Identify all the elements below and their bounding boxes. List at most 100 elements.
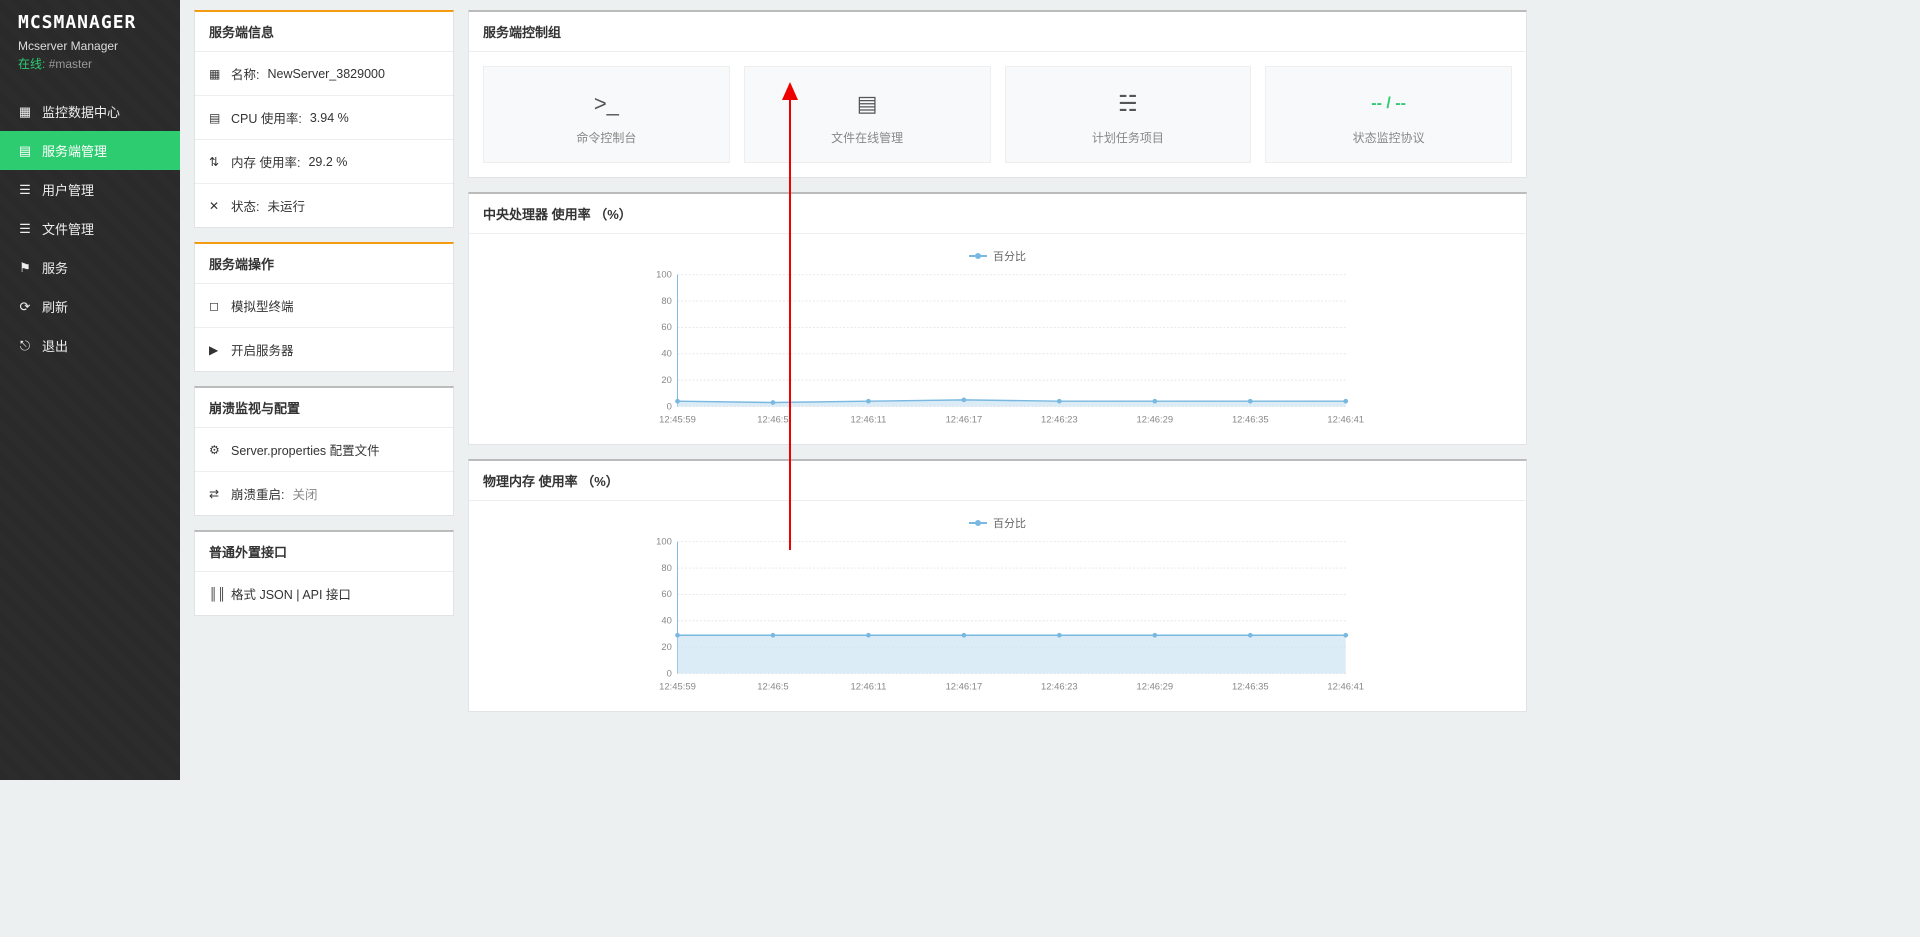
nav: ▦ 监控数据中心 ▤ 服务端管理 ☰用户管理 ☰ 文件管理 ⚑ 服务 ⟳刷新 ⎋ 退出 — [0, 92, 180, 365]
svg-text:12:46:17: 12:46:17 — [946, 413, 983, 424]
svg-text:12:46:11: 12:46:11 — [850, 680, 886, 691]
list-icon: ▤ — [753, 89, 982, 119]
nav-files[interactable]: ☰ 文件管理 — [0, 209, 180, 248]
terminal-button[interactable]: ◻ 模拟型终端 — [195, 284, 453, 328]
nav-label: 文件管理 — [42, 219, 94, 238]
nav-services[interactable]: ⚑ 服务 — [0, 248, 180, 287]
control-panel-title: 服务端控制组 — [469, 12, 1526, 52]
crash-restart-button[interactable]: ⇄ 崩溃重启: 关闭 — [195, 472, 453, 515]
info-cpu-label: CPU 使用率: — [231, 108, 302, 127]
legend-label: 百分比 — [993, 515, 1026, 531]
svg-text:12:46:11: 12:46:11 — [850, 413, 886, 424]
monitor-value: -- / -- — [1274, 89, 1503, 119]
tile-label: 计划任务项目 — [1014, 129, 1243, 146]
info-name-row: ▦ 名称: NewServer_3829000 — [195, 52, 453, 96]
svg-text:12:45:59: 12:45:59 — [659, 413, 696, 424]
nav-label: 用户管理 — [42, 180, 94, 199]
nav-exit[interactable]: ⎋ 退出 — [0, 326, 180, 365]
chart-legend: 百分比 — [483, 509, 1512, 537]
server-properties-button[interactable]: ⚙ Server.properties 配置文件 — [195, 428, 453, 472]
svg-text:40: 40 — [661, 615, 671, 626]
terminal-icon: ◻ — [209, 299, 223, 313]
info-state-row: ✕ 状态: 未运行 — [195, 184, 453, 227]
sidebar: MCSMANAGER Mcserver Manager 在线: #master … — [0, 0, 180, 780]
svg-text:100: 100 — [656, 537, 672, 547]
restart-value: 关闭 — [292, 484, 317, 503]
svg-text:60: 60 — [661, 588, 671, 599]
cpu-icon: ▤ — [209, 111, 223, 125]
nav-users[interactable]: ☰用户管理 — [0, 170, 180, 209]
close-icon: ✕ — [209, 199, 223, 213]
info-panel-title: 服务端信息 — [195, 12, 453, 52]
terminal-label: 模拟型终端 — [231, 296, 294, 315]
svg-text:12:46:5: 12:46:5 — [757, 680, 788, 691]
info-name-label: 名称: — [231, 64, 259, 83]
restart-label: 崩溃重启: — [231, 484, 284, 503]
nav-server[interactable]: ▤ 服务端管理 — [0, 131, 180, 170]
svg-text:60: 60 — [661, 321, 671, 332]
files-icon: ☰ — [18, 222, 32, 236]
json-api-button[interactable]: ║║ 格式 JSON | API 接口 — [195, 572, 453, 615]
main-content: 服务端信息 ▦ 名称: NewServer_3829000 ▤ CPU 使用率:… — [180, 0, 1541, 780]
ops-panel-title: 服务端操作 — [195, 244, 453, 284]
svg-text:100: 100 — [656, 270, 672, 280]
svg-text:80: 80 — [661, 295, 671, 306]
tile-label: 文件在线管理 — [753, 129, 982, 146]
cpu-chart-title: 中央处理器 使用率 （%） — [469, 194, 1526, 234]
flag-icon: ⚑ — [18, 261, 32, 275]
cpu-chart: 02040608010012:45:5912:46:512:46:1112:46… — [483, 270, 1512, 430]
svg-text:12:46:41: 12:46:41 — [1327, 413, 1364, 424]
api-panel: 普通外置接口 ║║ 格式 JSON | API 接口 — [194, 530, 454, 616]
cpu-chart-panel: 中央处理器 使用率 （%） 百分比 02040608010012:45:5912… — [468, 192, 1527, 445]
info-state-label: 状态: — [231, 196, 259, 215]
svg-text:12:46:17: 12:46:17 — [946, 680, 983, 691]
json-api-label: 格式 JSON | API 接口 — [231, 584, 351, 603]
info-state-value: 未运行 — [267, 196, 305, 215]
server-icon: ▤ — [18, 144, 32, 158]
tile-console[interactable]: >_ 命令控制台 — [483, 66, 730, 163]
svg-text:40: 40 — [661, 348, 671, 359]
mem-chart-panel: 物理内存 使用率 （%） 百分比 02040608010012:45:5912:… — [468, 459, 1527, 712]
svg-text:12:46:23: 12:46:23 — [1041, 413, 1078, 424]
svg-text:12:46:23: 12:46:23 — [1041, 680, 1078, 691]
props-label: Server.properties 配置文件 — [231, 440, 380, 459]
nav-label: 监控数据中心 — [42, 102, 120, 121]
dashboard-icon: ▦ — [18, 105, 32, 119]
nav-label: 刷新 — [42, 297, 68, 316]
nav-label: 退出 — [42, 336, 68, 355]
tasks-icon: ☵ — [1014, 89, 1243, 119]
legend-label: 百分比 — [993, 248, 1026, 264]
tile-label: 状态监控协议 — [1274, 129, 1503, 146]
mem-chart: 02040608010012:45:5912:46:512:46:1112:46… — [483, 537, 1512, 697]
svg-text:12:46:29: 12:46:29 — [1136, 413, 1173, 424]
mem-chart-title: 物理内存 使用率 （%） — [469, 461, 1526, 501]
svg-text:0: 0 — [667, 667, 672, 678]
tile-status-monitor[interactable]: -- / -- 状态监控协议 — [1265, 66, 1512, 163]
barcode-icon: ║║ — [209, 587, 223, 601]
svg-text:12:46:41: 12:46:41 — [1327, 680, 1364, 691]
svg-text:12:46:35: 12:46:35 — [1232, 413, 1269, 424]
nav-monitor[interactable]: ▦ 监控数据中心 — [0, 92, 180, 131]
info-name-value: NewServer_3829000 — [267, 67, 384, 81]
nav-label: 服务端管理 — [42, 141, 107, 160]
status-line: 在线: #master — [0, 55, 180, 84]
tile-scheduled-tasks[interactable]: ☵ 计划任务项目 — [1005, 66, 1252, 163]
tile-label: 命令控制台 — [492, 129, 721, 146]
svg-text:12:45:59: 12:45:59 — [659, 680, 696, 691]
nav-refresh[interactable]: ⟳刷新 — [0, 287, 180, 326]
exit-icon: ⎋ — [18, 339, 32, 353]
start-label: 开启服务器 — [231, 340, 294, 359]
tile-file-manager[interactable]: ▤ 文件在线管理 — [744, 66, 991, 163]
control-panel: 服务端控制组 >_ 命令控制台 ▤ 文件在线管理 ☵ 计划任务项目 — [468, 10, 1527, 178]
svg-text:12:46:29: 12:46:29 — [1136, 680, 1173, 691]
retweet-icon: ⇄ — [209, 487, 223, 501]
console-icon: >_ — [492, 89, 721, 119]
start-server-button[interactable]: ▶ 开启服务器 — [195, 328, 453, 371]
svg-text:20: 20 — [661, 374, 671, 385]
svg-text:20: 20 — [661, 641, 671, 652]
play-icon: ▶ — [209, 343, 223, 357]
info-mem-value: 29.2 % — [308, 155, 347, 169]
api-panel-title: 普通外置接口 — [195, 532, 453, 572]
nav-label: 服务 — [42, 258, 68, 277]
legend-swatch-icon — [969, 255, 987, 257]
